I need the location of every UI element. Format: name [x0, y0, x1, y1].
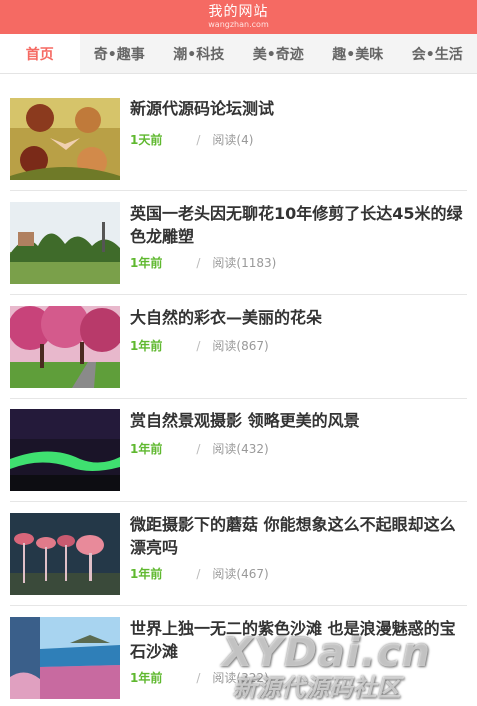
article-time: 1年前	[130, 567, 163, 581]
article-thumbnail[interactable]	[10, 202, 120, 284]
meta-separator: /	[196, 132, 201, 147]
article-meta: 1年前 / 阅读(1183)	[130, 254, 276, 271]
meta-separator: /	[196, 566, 201, 581]
article-reads: 阅读(1183)	[212, 256, 277, 270]
article-thumbnail[interactable]	[10, 98, 120, 180]
article-title[interactable]: 新源代源码论坛测试	[130, 97, 463, 120]
site-domain: wangzhan.com	[208, 20, 269, 29]
article-title[interactable]: 赏自然景观摄影 领略更美的风景	[130, 409, 463, 432]
article-item[interactable]: 赏自然景观摄影 领略更美的风景 1年前 / 阅读(432)	[10, 400, 467, 502]
thumbnail-aurora-image	[10, 409, 120, 491]
article-thumbnail[interactable]	[10, 306, 120, 388]
site-header: 我的网站 wangzhan.com	[0, 0, 477, 34]
thumbnail-cherry-blossom-image	[10, 306, 120, 388]
thumbnail-mushroom-image	[10, 513, 120, 595]
article-reads: 阅读(867)	[212, 339, 269, 353]
nav-tab-wonders[interactable]: 美•奇迹	[239, 34, 319, 73]
article-thumbnail[interactable]	[10, 617, 120, 699]
thumbnail-dragon-hedge-image	[10, 202, 120, 284]
article-time: 1年前	[130, 442, 163, 456]
article-meta: 1年前 / 阅读(867)	[130, 337, 269, 354]
meta-separator: /	[196, 441, 201, 456]
nav-tab-life[interactable]: 会•生活	[398, 34, 477, 73]
meta-separator: /	[196, 338, 201, 353]
article-time: 1年前	[130, 671, 163, 685]
article-item[interactable]: 世界上独一无二的紫色沙滩 也是浪漫魅惑的宝石沙滩 1年前 / 阅读(322)	[10, 607, 467, 706]
article-meta: 1年前 / 阅读(432)	[130, 440, 269, 457]
article-time: 1天前	[130, 133, 163, 147]
article-title[interactable]: 世界上独一无二的紫色沙滩 也是浪漫魅惑的宝石沙滩	[130, 617, 463, 663]
article-title[interactable]: 微距摄影下的蘑菇 你能想象这么不起眼却这么漂亮吗	[130, 513, 463, 559]
article-reads: 阅读(4)	[212, 133, 254, 147]
article-reads: 阅读(432)	[212, 442, 269, 456]
thumbnail-friends-hands-image	[10, 98, 120, 180]
article-time: 1年前	[130, 339, 163, 353]
article-meta: 1天前 / 阅读(4)	[130, 131, 253, 148]
article-reads: 阅读(467)	[212, 567, 269, 581]
category-nav: 首页 奇•趣事 潮•科技 美•奇迹 趣•美味 会•生活	[0, 34, 477, 74]
article-reads: 阅读(322)	[212, 671, 269, 685]
article-item[interactable]: 大自然的彩衣—美丽的花朵 1年前 / 阅读(867)	[10, 296, 467, 399]
article-title[interactable]: 大自然的彩衣—美丽的花朵	[130, 306, 463, 329]
article-time: 1年前	[130, 256, 163, 270]
nav-tab-oddities[interactable]: 奇•趣事	[80, 34, 160, 73]
article-meta: 1年前 / 阅读(322)	[130, 669, 269, 686]
nav-tab-tech[interactable]: 潮•科技	[159, 34, 239, 73]
nav-tab-home[interactable]: 首页	[0, 34, 80, 73]
meta-separator: /	[196, 255, 201, 270]
nav-tab-food[interactable]: 趣•美味	[318, 34, 398, 73]
article-thumbnail[interactable]	[10, 409, 120, 491]
thumbnail-purple-beach-image	[10, 617, 120, 699]
article-title[interactable]: 英国一老头因无聊花10年修剪了长达45米的绿色龙雕塑	[130, 202, 463, 248]
article-thumbnail[interactable]	[10, 513, 120, 595]
article-meta: 1年前 / 阅读(467)	[130, 565, 269, 582]
article-item[interactable]: 英国一老头因无聊花10年修剪了长达45米的绿色龙雕塑 1年前 / 阅读(1183…	[10, 192, 467, 295]
site-title[interactable]: 我的网站	[209, 5, 269, 20]
meta-separator: /	[196, 670, 201, 685]
article-item[interactable]: 微距摄影下的蘑菇 你能想象这么不起眼却这么漂亮吗 1年前 / 阅读(467)	[10, 503, 467, 606]
article-item[interactable]: 新源代源码论坛测试 1天前 / 阅读(4)	[10, 74, 467, 191]
